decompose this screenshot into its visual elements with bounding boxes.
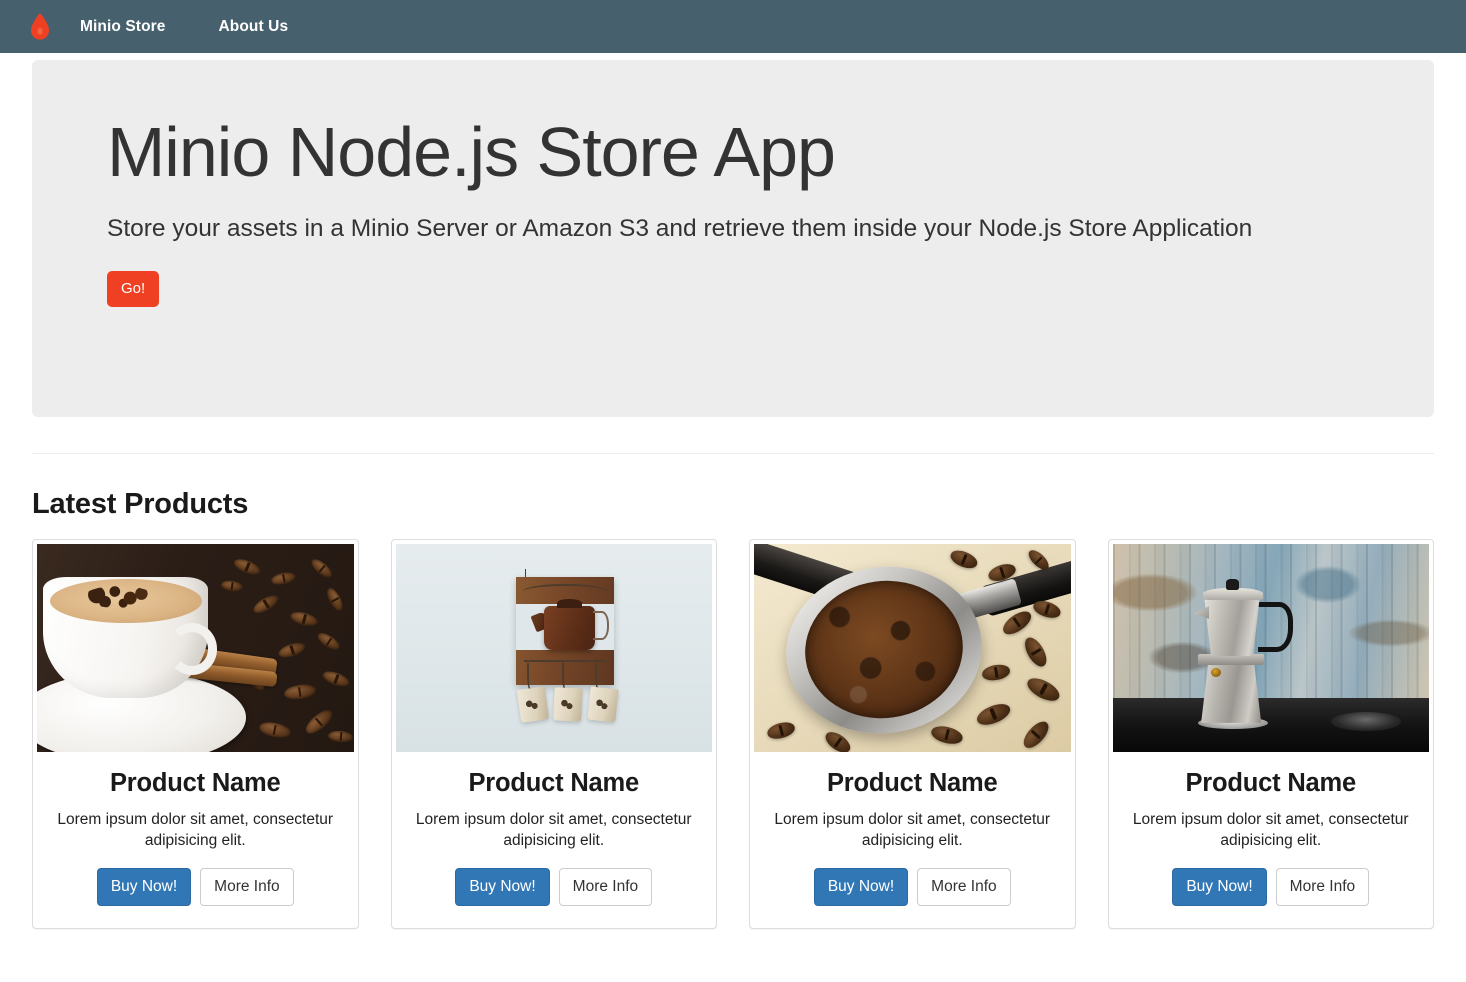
product-image-cappuccino [37, 544, 354, 752]
product-name: Product Name [411, 769, 698, 798]
page-container: Minio Node.js Store App Store your asset… [32, 60, 1434, 929]
buy-now-button[interactable]: Buy Now! [814, 868, 908, 906]
product-card-actions: Buy Now! More Info [769, 868, 1056, 906]
product-description: Lorem ipsum dolor sit amet, consectetur … [1128, 809, 1415, 852]
product-card[interactable]: Product Name Lorem ipsum dolor sit amet,… [32, 539, 359, 929]
top-navbar: Minio Store About Us [0, 0, 1466, 53]
product-image-teapot-rack [396, 544, 713, 752]
product-card-actions: Buy Now! More Info [1128, 868, 1415, 906]
product-card-body: Product Name Lorem ipsum dolor sit amet,… [754, 752, 1071, 924]
product-card[interactable]: Product Name Lorem ipsum dolor sit amet,… [1108, 539, 1435, 929]
product-image-moka-pot [1113, 544, 1430, 752]
more-info-button[interactable]: More Info [1276, 868, 1369, 906]
more-info-button[interactable]: More Info [559, 868, 652, 906]
product-name: Product Name [1128, 769, 1415, 798]
product-grid: Product Name Lorem ipsum dolor sit amet,… [32, 539, 1434, 929]
product-card-body: Product Name Lorem ipsum dolor sit amet,… [37, 752, 354, 924]
product-description: Lorem ipsum dolor sit amet, consectetur … [411, 809, 698, 852]
product-card[interactable]: Product Name Lorem ipsum dolor sit amet,… [749, 539, 1076, 929]
product-description: Lorem ipsum dolor sit amet, consectetur … [769, 809, 1056, 852]
section-divider [32, 453, 1434, 454]
product-name: Product Name [769, 769, 1056, 798]
page-title: Minio Node.js Store App [107, 116, 1359, 190]
hero-jumbotron: Minio Node.js Store App Store your asset… [32, 60, 1434, 417]
product-card-body: Product Name Lorem ipsum dolor sit amet,… [396, 752, 713, 924]
product-card-body: Product Name Lorem ipsum dolor sit amet,… [1113, 752, 1430, 924]
nav-link-minio-store[interactable]: Minio Store [80, 18, 182, 36]
product-image-portafilter [754, 544, 1071, 752]
latest-products-heading: Latest Products [32, 488, 1434, 521]
product-card-actions: Buy Now! More Info [411, 868, 698, 906]
product-name: Product Name [52, 769, 339, 798]
flame-drop-icon[interactable] [30, 13, 50, 41]
hero-subtitle: Store your assets in a Minio Server or A… [107, 212, 1359, 245]
buy-now-button[interactable]: Buy Now! [1172, 868, 1266, 906]
buy-now-button[interactable]: Buy Now! [97, 868, 191, 906]
more-info-button[interactable]: More Info [917, 868, 1010, 906]
go-button[interactable]: Go! [107, 271, 159, 307]
product-description: Lorem ipsum dolor sit amet, consectetur … [52, 809, 339, 852]
nav-links: Minio Store About Us [80, 18, 304, 36]
buy-now-button[interactable]: Buy Now! [455, 868, 549, 906]
product-card[interactable]: Product Name Lorem ipsum dolor sit amet,… [391, 539, 718, 929]
nav-link-about-us[interactable]: About Us [203, 18, 305, 36]
more-info-button[interactable]: More Info [200, 868, 293, 906]
product-card-actions: Buy Now! More Info [52, 868, 339, 906]
